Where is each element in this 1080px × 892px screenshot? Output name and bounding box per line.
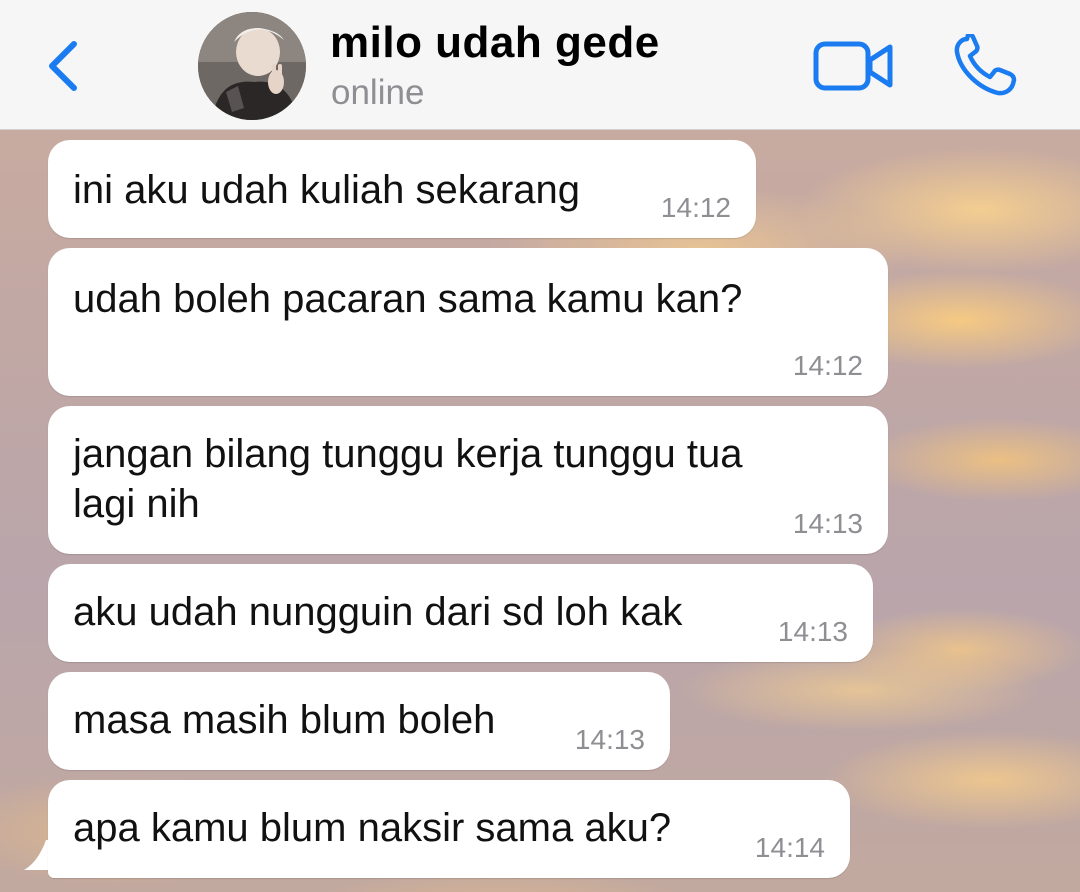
message-text: udah boleh pacaran sama kamu kan? <box>73 277 743 321</box>
message-time: 14:13 <box>777 616 848 647</box>
message-bubble[interactable]: masa masih blum boleh 14:13 <box>48 672 670 770</box>
message-text: ini aku udah kuliah sekarang <box>73 168 581 212</box>
message-bubble[interactable]: jangan bilang tunggu kerja tunggu tua la… <box>48 406 888 554</box>
avatar-photo <box>198 12 306 120</box>
voice-call-button[interactable] <box>952 32 1020 98</box>
message-bubble[interactable]: apa kamu blum naksir sama aku? 14:14 <box>48 780 850 878</box>
back-button[interactable] <box>40 36 88 96</box>
message-text-line-1: jangan bilang tunggu kerja tunggu tua <box>73 432 743 476</box>
message-time: 14:13 <box>574 724 645 755</box>
contact-name[interactable]: milo udah gede <box>330 18 660 68</box>
chevron-left-icon <box>49 41 77 91</box>
message-bubble[interactable]: aku udah nungguin dari sd loh kak 14:13 <box>48 564 873 662</box>
message-time: 14:13 <box>792 508 863 539</box>
video-camera-icon <box>813 41 893 91</box>
contact-avatar[interactable] <box>198 12 306 120</box>
message-text: masa masih blum boleh <box>73 698 496 742</box>
message-text-line-2: lagi nih <box>73 482 200 526</box>
message-bubble[interactable]: udah boleh pacaran sama kamu kan? 14:12 <box>48 248 888 396</box>
message-time: 14:12 <box>792 350 863 381</box>
message-time: 14:12 <box>660 192 731 223</box>
message-text: apa kamu blum naksir sama aku? <box>73 806 672 850</box>
message-text: aku udah nungguin dari sd loh kak <box>73 590 683 634</box>
phone-icon <box>954 32 1017 96</box>
contact-status: online <box>331 73 425 112</box>
message-bubble[interactable]: ini aku udah kuliah sekarang 14:12 <box>48 140 756 238</box>
chat-header: milo udah gede online <box>0 0 1080 130</box>
message-time: 14:14 <box>754 832 825 863</box>
video-call-button[interactable] <box>812 38 896 94</box>
